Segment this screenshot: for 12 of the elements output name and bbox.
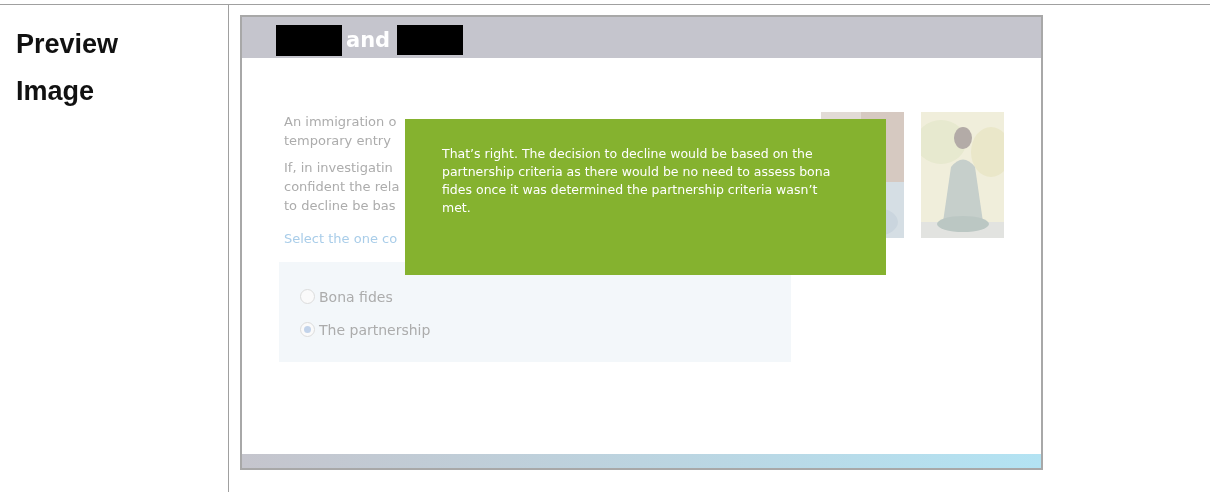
radio-button[interactable] [300, 289, 315, 304]
radio-button[interactable] [300, 322, 315, 337]
redaction-bar [276, 25, 342, 56]
question-text: An immigration o temporary entry [284, 113, 397, 150]
option-label[interactable]: Bona fides [319, 288, 393, 305]
option-label[interactable]: The partnership [319, 321, 431, 338]
slide-title: and [346, 27, 391, 52]
feedback-text: That’s right. The decision to decline would be based on the partnership criteria as there would be no need to assess bona fides once it was determined the partnership criteria wasn’t met. [442, 145, 832, 217]
instruction-text: Select the one co [284, 230, 398, 248]
question-text: If, in investigatin confident the rela to decline be bas [284, 159, 400, 215]
redaction-bar [397, 24, 464, 55]
row-label: Preview Image [16, 28, 120, 108]
